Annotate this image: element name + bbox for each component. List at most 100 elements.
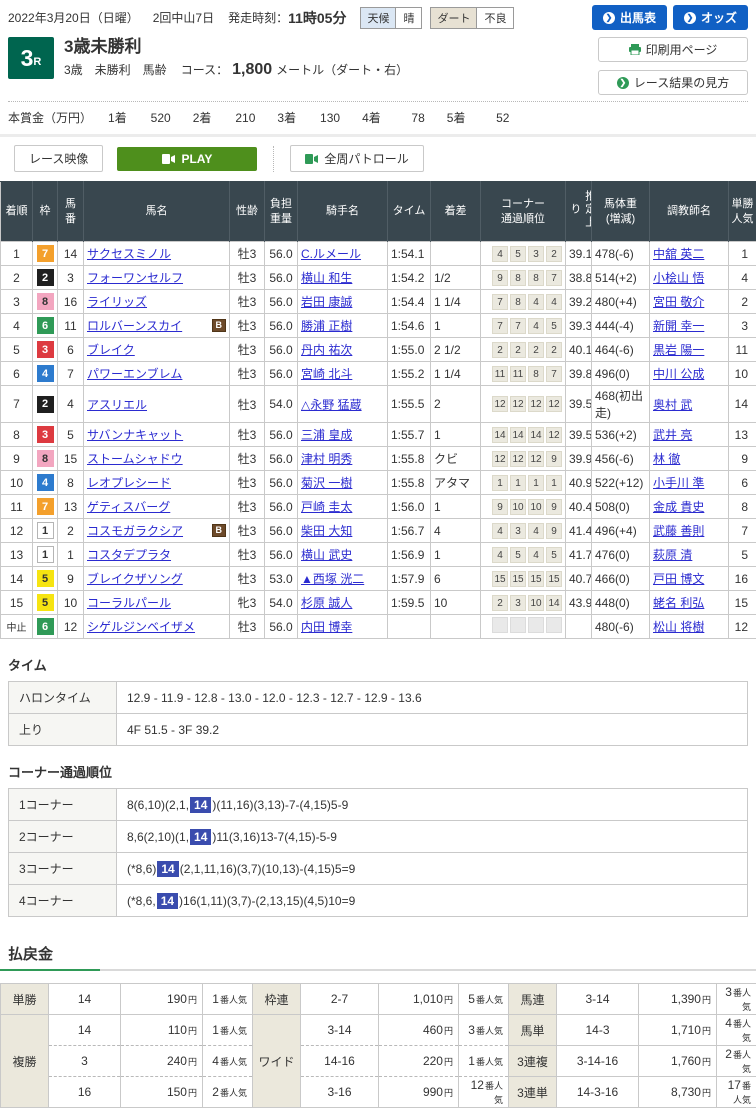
trainer-link[interactable]: 宮田 敬介 — [653, 295, 704, 309]
yen-suffix: 円 — [702, 1026, 711, 1036]
trainer-cell: 戸田 博文 — [650, 567, 729, 591]
bet-combination: 3-14 — [557, 984, 639, 1015]
corner-row-label: 3コーナー — [9, 853, 117, 885]
jockey-link[interactable]: 津村 明秀 — [301, 452, 352, 466]
trainer-link[interactable]: 萩原 清 — [653, 548, 692, 562]
finish-position: 15 — [1, 591, 33, 615]
trainer-link[interactable]: 中舘 英二 — [653, 247, 704, 261]
horse-name-link[interactable]: パワーエンブレム — [87, 365, 182, 382]
print-page-button[interactable]: 印刷用ページ — [598, 37, 748, 62]
column-header: 性齢 — [230, 182, 265, 242]
jockey-link[interactable]: 丹内 祐次 — [301, 343, 352, 357]
corner-chip: 5 — [546, 547, 562, 563]
last-3f: 41.7 — [566, 543, 592, 567]
horse-name-link[interactable]: サクセスミノル — [87, 245, 171, 262]
sex-age: 牝3 — [230, 591, 265, 615]
prize-item: 4着78 — [362, 111, 439, 125]
column-header: 着差 — [431, 182, 481, 242]
trainer-link[interactable]: 小手川 準 — [653, 476, 704, 490]
patrol-video-button[interactable]: 全周パトロール — [290, 145, 423, 172]
horse-name-link[interactable]: ライリッズ — [87, 293, 147, 310]
jockey-link[interactable]: C.ルメール — [301, 247, 361, 261]
carried-weight: 56.0 — [265, 423, 298, 447]
horse-number: 4 — [58, 386, 84, 423]
horse-name-link[interactable]: フォーワンセルフ — [87, 269, 183, 286]
horse-weight: 476(0) — [592, 543, 650, 567]
payout-amount: 190円 — [121, 984, 203, 1015]
frame-cell: 3 — [33, 423, 58, 447]
corner-chip: 7 — [546, 366, 562, 382]
jockey-link[interactable]: 横山 和生 — [301, 271, 352, 285]
jockey-link[interactable]: 菊沢 一樹 — [301, 476, 352, 490]
last-3f: 39.5 — [566, 386, 592, 423]
horse-weight: 508(0) — [592, 495, 650, 519]
corner-positions: 12121212 — [481, 386, 566, 423]
jockey-link[interactable]: 岩田 康誠 — [301, 295, 352, 309]
entries-button[interactable]: ❯ 出馬表 — [592, 5, 667, 30]
corner-chip: 15 — [510, 571, 526, 587]
carried-weight: 56.0 — [265, 495, 298, 519]
finish-position: 6 — [1, 362, 33, 386]
trainer-link[interactable]: 金成 貴史 — [653, 500, 704, 514]
frame-number: 7 — [37, 245, 54, 262]
trainer-link[interactable]: 戸田 博文 — [653, 572, 704, 586]
corner-order-text: 8(6,10)(2,1, — [127, 798, 189, 812]
trainer-link[interactable]: 蛯名 利弘 — [653, 596, 704, 610]
column-header: 枠 — [33, 182, 58, 242]
last-3f: 41.4 — [566, 519, 592, 543]
horse-name-link[interactable]: ゲティスバーグ — [87, 498, 170, 515]
jockey-link[interactable]: 勝浦 正樹 — [301, 319, 352, 333]
trainer-link[interactable]: 小桧山 悟 — [653, 271, 704, 285]
horse-name-link[interactable]: ストームシャドウ — [87, 450, 183, 467]
horse-name-link[interactable]: ロルバーンスカイ — [87, 317, 182, 334]
carried-weight: 56.0 — [265, 447, 298, 471]
course-distance: 1,800 — [232, 61, 272, 79]
trainer-link[interactable]: 武井 亮 — [653, 428, 692, 442]
trainer-link[interactable]: 中川 公成 — [653, 367, 704, 381]
prize-amount: 210 — [215, 111, 255, 125]
horse-name-link[interactable]: アスリエル — [87, 396, 147, 413]
trainer-link[interactable]: 奥村 武 — [653, 398, 692, 412]
corner-row: 4コーナー(*8,6,14)16(1,11)(3,7)-(2,13,15)(4,… — [9, 885, 748, 917]
horse-name-link[interactable]: シゲルジンベイザメ — [87, 618, 195, 635]
corner-chip: 12 — [546, 427, 562, 443]
horse-name-link[interactable]: ブレイク — [87, 341, 135, 358]
horse-name-link[interactable]: ブレイクザソング — [87, 570, 183, 587]
race-video-button[interactable]: レース映像 — [14, 145, 103, 172]
jockey-link[interactable]: 横山 武史 — [301, 548, 352, 562]
corner-chip: 4 — [492, 547, 508, 563]
jockey-link[interactable]: 宮崎 北斗 — [301, 367, 352, 381]
jockey-link[interactable]: 杉原 誠人 — [301, 596, 352, 610]
jockey-link[interactable]: ▲西塚 洸二 — [301, 572, 364, 586]
win-popularity: 9 — [729, 447, 756, 471]
trainer-link[interactable]: 新開 幸一 — [653, 319, 704, 333]
corner-chip: 8 — [510, 270, 526, 286]
jockey-link[interactable]: 戸崎 圭太 — [301, 500, 352, 514]
horse-name-link[interactable]: コーラルパール — [87, 594, 171, 611]
last-3f — [566, 615, 592, 639]
jockey-link[interactable]: 三浦 皇成 — [301, 428, 352, 442]
horse-name-link[interactable]: コスモガラクシア — [87, 522, 183, 539]
play-button[interactable]: PLAY — [117, 147, 257, 171]
horse-name-link[interactable]: コスタデプラタ — [87, 546, 171, 563]
trainer-link[interactable]: 松山 将樹 — [653, 620, 704, 634]
win-popularity: 2 — [729, 290, 756, 314]
margin: 1/2 — [431, 266, 481, 290]
trainer-link[interactable]: 武藤 善則 — [653, 524, 704, 538]
sex-age: 牡3 — [230, 386, 265, 423]
jockey-link[interactable]: 柴田 大知 — [301, 524, 352, 538]
horse-name-link[interactable]: サバンナキャット — [87, 426, 183, 443]
popularity-suffix: 番人気 — [220, 1026, 247, 1036]
finish-time: 1:54.2 — [388, 266, 431, 290]
trainer-link[interactable]: 林 徹 — [653, 452, 680, 466]
trainer-link[interactable]: 黒岩 陽一 — [653, 343, 704, 357]
jockey-link[interactable]: 内田 博幸 — [301, 620, 352, 634]
payout-amount: 240円 — [121, 1046, 203, 1077]
corner-chip: 2 — [546, 246, 562, 262]
horse-name-link[interactable]: レオプレシード — [87, 474, 171, 491]
jockey-link[interactable]: △永野 猛蔵 — [301, 398, 362, 412]
course-label: コース： — [181, 61, 228, 78]
trainer-cell: 松山 将樹 — [650, 615, 729, 639]
odds-button[interactable]: ❯ オッズ — [673, 5, 748, 30]
results-guide-button[interactable]: ❯ レース結果の見方 — [598, 70, 748, 95]
